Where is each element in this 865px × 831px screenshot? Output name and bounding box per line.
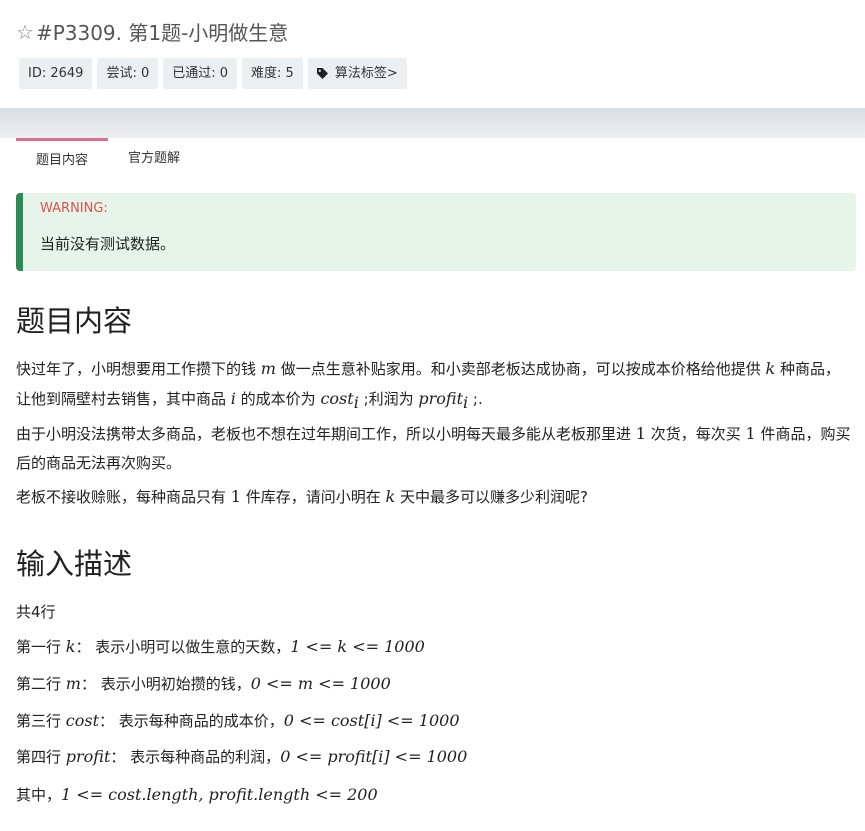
problem-paragraph-2: 由于小明没法携带太多商品，老板也不想在过年期间工作，所以小明每天最多能从老板那里… xyxy=(16,424,851,472)
star-icon[interactable]: ☆ xyxy=(16,20,34,44)
problem-paragraph-1: 快过年了，小明想要用工作攒下的钱 m 做一点生意补贴家用。和小卖部老板达成协商，… xyxy=(16,359,840,412)
warning-box: WARNING: 当前没有测试数据。 xyxy=(16,193,856,271)
tried-badge: 尝试: 0 xyxy=(97,58,159,89)
problem-header: ☆ #P3309. 第1题-小明做生意 ID: 2649 尝试: 0 已通过: … xyxy=(0,0,865,108)
input-line-1: 第一行 k： 表示小明可以做生意的天数，1 <= k <= 1000 xyxy=(16,637,425,656)
warning-title: WARNING: xyxy=(40,201,108,216)
difficulty-badge: 难度: 5 xyxy=(242,58,303,89)
input-constraint: 其中，1 <= cost.length, profit.length <= 20… xyxy=(16,785,378,804)
input-heading: 输入描述 xyxy=(16,547,133,581)
input-line-2: 第二行 m： 表示小明初始攒的钱，0 <= m <= 1000 xyxy=(16,674,391,693)
tab-problem-content[interactable]: 题目内容 xyxy=(16,138,109,180)
input-line-3: 第三行 cost： 表示每种商品的成本价，0 <= cost[i] <= 100… xyxy=(16,711,460,730)
problem-title: #P3309. 第1题-小明做生意 xyxy=(35,21,289,45)
algorithm-tags-label: 算法标签> xyxy=(334,66,398,81)
content-tabs: 题目内容 官方题解 xyxy=(16,138,200,180)
id-badge: ID: 2649 xyxy=(19,58,93,89)
page-title: ☆ #P3309. 第1题-小明做生意 xyxy=(16,17,288,46)
content-heading: 题目内容 xyxy=(16,304,133,338)
passed-badge: 已通过: 0 xyxy=(163,58,238,89)
input-total-lines: 共4行 xyxy=(16,603,56,621)
header-divider xyxy=(0,108,865,138)
problem-badges: ID: 2649 尝试: 0 已通过: 0 难度: 5 算法标签> xyxy=(19,58,407,89)
warning-message: 当前没有测试数据。 xyxy=(40,235,176,253)
tag-icon xyxy=(316,68,328,79)
tab-official-solution[interactable]: 官方题解 xyxy=(108,138,200,180)
input-line-4: 第四行 profit： 表示每种商品的利润，0 <= profit[i] <= … xyxy=(16,747,468,766)
algorithm-tags-button[interactable]: 算法标签> xyxy=(307,58,407,89)
problem-paragraph-3: 老板不接收赊账，每种商品只有 1 件库存，请问小明在 k 天中最多可以赚多少利润… xyxy=(16,487,588,506)
